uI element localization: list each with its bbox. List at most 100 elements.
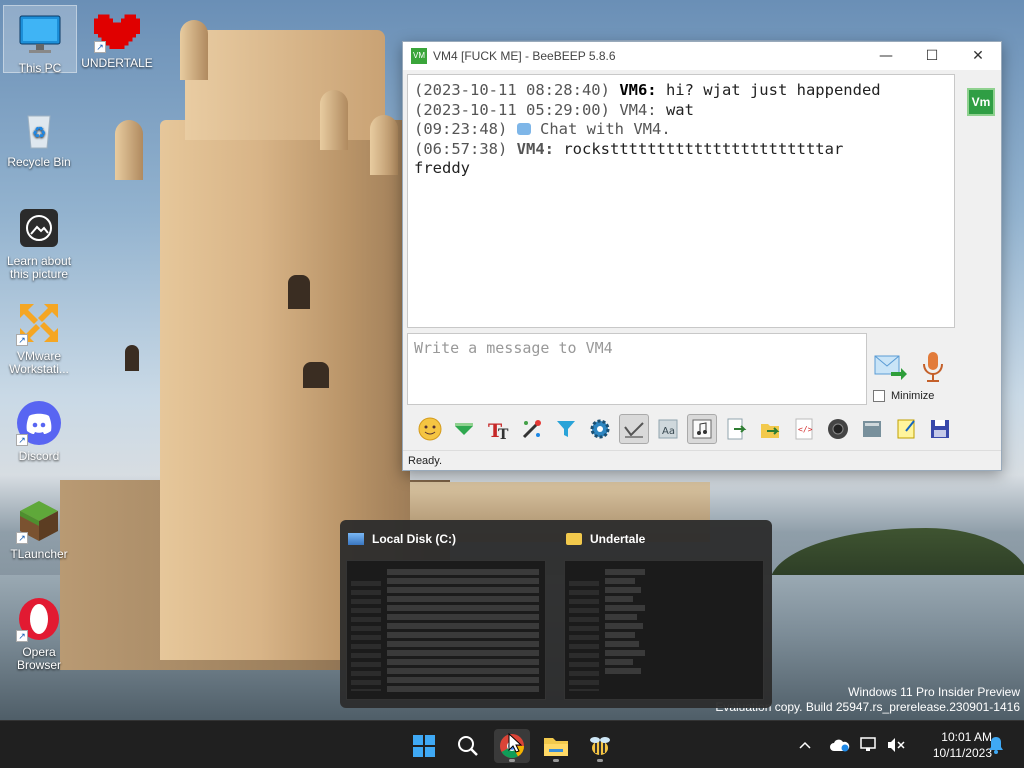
- desktop-icon-label: VMware Workstati...: [9, 349, 69, 376]
- monitor-icon: [17, 12, 63, 58]
- recycle-bin-icon: ♻: [16, 106, 62, 152]
- bell-icon: [989, 737, 1003, 754]
- desktop-icon-label: UNDERTALE: [81, 56, 153, 70]
- opera-icon: ↗: [16, 596, 62, 642]
- settings-icon[interactable]: [585, 414, 615, 444]
- chat-message: freddy: [414, 159, 470, 177]
- turret: [180, 20, 208, 80]
- send-file-icon[interactable]: [755, 414, 785, 444]
- status-bar: Ready.: [403, 450, 1001, 470]
- speaker-muted-icon: [888, 738, 905, 752]
- svg-text:Aa: Aa: [662, 426, 675, 437]
- preview-card-undertale[interactable]: Undertale: [558, 520, 768, 708]
- desktop-icon-undertale[interactable]: ↗ UNDERTALE: [80, 5, 154, 70]
- text-format-icon[interactable]: TT: [483, 414, 513, 444]
- desktop-icon-label: Discord: [18, 449, 60, 463]
- font-icon[interactable]: Aa: [653, 414, 683, 444]
- bee-icon: [590, 737, 610, 755]
- notifications-button[interactable]: [988, 721, 1004, 768]
- tower-window: [303, 362, 329, 388]
- desktop-icon-label: Learn about this picture: [6, 254, 72, 281]
- preview-card-title: Local Disk (C:): [372, 532, 457, 546]
- window-titlebar[interactable]: VM VM4 [FUCK ME] - BeeBEEP 5.8.6 — ☐ ✕: [403, 42, 1001, 70]
- notes-icon[interactable]: [891, 414, 921, 444]
- window-title: VM4 [FUCK ME] - BeeBEEP 5.8.6: [433, 49, 616, 63]
- running-indicator: [509, 759, 515, 762]
- chat-bubble-icon: [516, 123, 531, 135]
- network-tray-icon[interactable]: [860, 721, 878, 768]
- color-picker-icon[interactable]: [517, 414, 547, 444]
- taskbar-file-explorer[interactable]: [538, 729, 574, 763]
- desktop-icon-learn-about-picture[interactable]: Learn about this picture: [2, 205, 76, 281]
- microphone-icon: [923, 352, 943, 382]
- preview-card-header: Local Disk (C:): [340, 520, 550, 558]
- preview-thumbnail: [346, 560, 546, 700]
- windows-logo-icon: [413, 735, 435, 757]
- learn-picture-icon: [16, 205, 62, 251]
- chat-history[interactable]: (2023-10-11 08:28:40) VM6: hi? wjat just…: [407, 74, 955, 328]
- close-window-button[interactable]: ✕: [955, 42, 1001, 70]
- chevron-up-icon: [799, 741, 811, 749]
- save-icon[interactable]: [925, 414, 955, 444]
- chat-message: (2023-10-11 08:28:40) VM6: hi? wjat just…: [414, 81, 881, 99]
- beebeep-app-icon: VM: [411, 48, 427, 64]
- system-clock[interactable]: 10:01 AM 10/11/2023: [933, 729, 992, 761]
- show-hidden-icons-button[interactable]: [798, 721, 812, 768]
- folder-icon: [566, 533, 582, 545]
- preview-card-local-disk[interactable]: Local Disk (C:): [340, 520, 550, 708]
- voice-message-button[interactable]: [919, 350, 947, 384]
- spellcheck-icon[interactable]: [619, 414, 649, 444]
- export-icon[interactable]: [721, 414, 751, 444]
- filter-icon[interactable]: [551, 414, 581, 444]
- desktop-icon-label: This PC: [18, 61, 62, 75]
- cloud-icon: [830, 739, 850, 752]
- desktop-icon-discord[interactable]: ↗ Discord: [2, 400, 76, 463]
- chat-message: (2023-10-11 05:29:00) VM4: wat: [414, 100, 694, 119]
- user-side-panel: Vm: [961, 74, 1001, 328]
- chat-message: (09:23:48) Chat with VM4.: [414, 120, 671, 138]
- taskbar-beebeep[interactable]: [582, 729, 618, 763]
- maximize-window-button[interactable]: ☐: [909, 42, 955, 70]
- onedrive-tray-icon[interactable]: [830, 721, 850, 768]
- minimize-on-send-option[interactable]: Minimize: [873, 390, 934, 402]
- network-icon: [860, 737, 876, 751]
- tower-window: [125, 345, 139, 371]
- tower-top: [185, 30, 385, 140]
- bullet-icon[interactable]: [449, 414, 479, 444]
- heart-icon: ↗: [94, 7, 140, 53]
- avatar[interactable]: Vm: [967, 88, 995, 116]
- desktop-icon-opera[interactable]: ↗ Opera Browser: [2, 596, 76, 672]
- running-indicator: [597, 759, 603, 762]
- folder-icon: [544, 738, 568, 756]
- shortcut-arrow-icon: ↗: [94, 41, 106, 53]
- chat-toolbar: TT Aa </>: [407, 411, 999, 447]
- beebeep-chat-window[interactable]: VM VM4 [FUCK ME] - BeeBEEP 5.8.6 — ☐ ✕ (…: [402, 41, 1002, 471]
- screenshot-icon[interactable]: [823, 414, 853, 444]
- mouse-cursor-icon: [508, 733, 522, 753]
- search-button[interactable]: [450, 729, 486, 763]
- volume-tray-icon[interactable]: [887, 721, 905, 768]
- message-input[interactable]: Write a message to VM4: [407, 333, 867, 405]
- tower-window: [288, 275, 310, 309]
- desktop-icon-vmware[interactable]: ↗ VMware Workstati...: [2, 300, 76, 376]
- shortcut-arrow-icon: ↗: [16, 532, 28, 544]
- minimize-checkbox[interactable]: [873, 390, 885, 402]
- music-note-icon[interactable]: [687, 414, 717, 444]
- chat-message: (06:57:38) VM4: rocksttttttttttttttttttt…: [414, 139, 844, 158]
- drive-icon: [348, 533, 364, 545]
- discord-icon: ↗: [16, 400, 62, 446]
- desktop-icon-this-pc[interactable]: This PC: [3, 5, 77, 75]
- turret: [320, 90, 348, 150]
- vmware-icon: ↗: [16, 300, 62, 346]
- minimize-window-button[interactable]: —: [863, 42, 909, 70]
- send-button[interactable]: [873, 352, 907, 382]
- turret: [370, 115, 398, 175]
- html-icon[interactable]: </>: [789, 414, 819, 444]
- start-button[interactable]: [406, 729, 442, 763]
- desktop-icon-label: TLauncher: [10, 547, 68, 561]
- emoticons-icon[interactable]: [415, 414, 445, 444]
- desktop-icon-tlauncher[interactable]: ↗ TLauncher: [2, 498, 76, 561]
- desktop-icon-recycle-bin[interactable]: ♻ Recycle Bin: [2, 106, 76, 169]
- clear-icon[interactable]: [857, 414, 887, 444]
- minimize-label: Minimize: [891, 390, 935, 402]
